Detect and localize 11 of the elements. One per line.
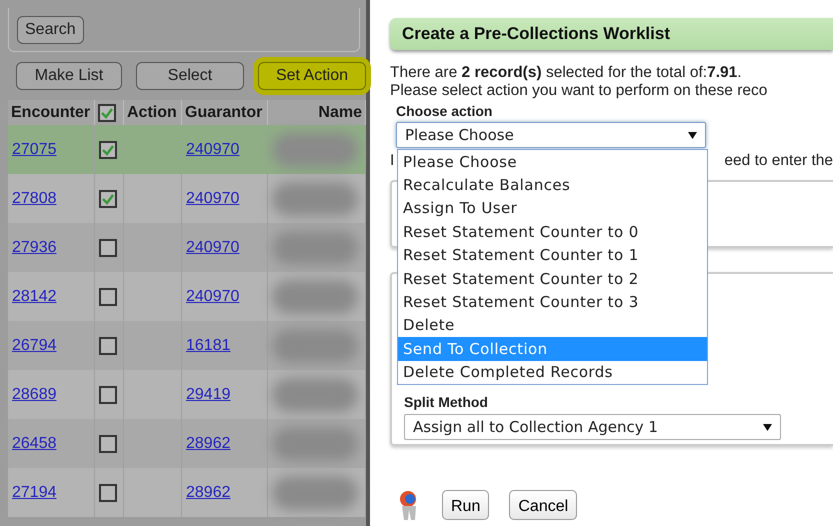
- field-label: Split Method: [404, 394, 489, 410]
- column-header: Guarantor: [185, 104, 262, 122]
- summary-text: There are 2 record(s) selected for the total of:7.91.: [390, 64, 743, 82]
- instruction-text: Please select action you want to perform on these reco: [390, 82, 768, 100]
- dialog-title: Create a Pre-Collections Worklist: [390, 18, 833, 50]
- column-header: Action: [127, 104, 177, 122]
- column-header: Encounter: [11, 104, 90, 122]
- hint-text: eed to enter the: [724, 152, 833, 170]
- hint-text: I: [390, 152, 394, 170]
- field-label: Choose action: [396, 103, 494, 119]
- column-header: Name: [318, 104, 362, 122]
